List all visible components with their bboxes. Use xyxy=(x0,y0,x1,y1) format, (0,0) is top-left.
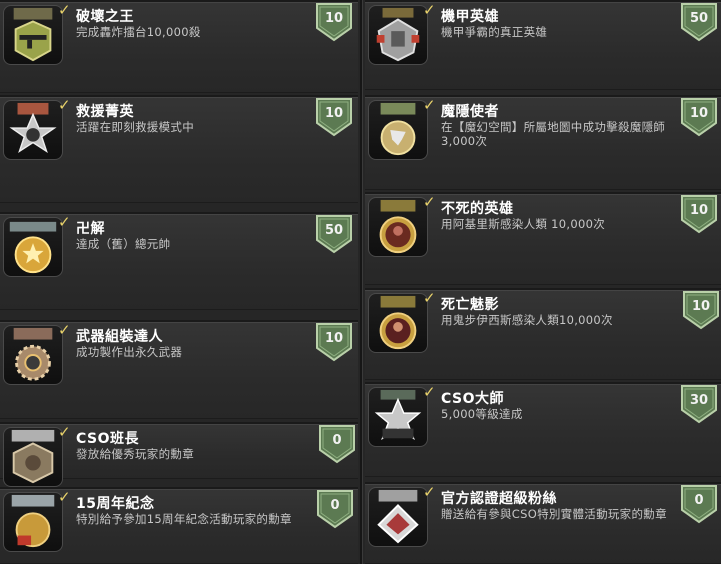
points-value: 10 xyxy=(324,331,344,346)
achievement-card[interactable]: ✓ CSO大師 5,000等級達成 30 xyxy=(365,382,721,477)
points-value: 10 xyxy=(324,11,344,26)
achievement-description: 發放給優秀玩家的勳章 xyxy=(76,447,194,461)
eagle-medal-icon xyxy=(368,100,428,160)
achievement-card[interactable]: ✓ CSO班長 發放給優秀玩家的勳章 0 xyxy=(0,422,358,487)
completed-check-icon: ✓ xyxy=(423,193,436,211)
completed-check-icon: ✓ xyxy=(58,423,71,441)
achievement-card[interactable]: ✓ 不死的英雄 用阿基里斯感染人類 10,000次 10 xyxy=(365,192,721,285)
completed-check-icon: ✓ xyxy=(58,1,71,19)
achievement-card[interactable]: ✓ 15周年紀念 特別給予參加15周年紀念活動玩家的勳章 0 xyxy=(0,487,358,564)
anniversary-medal-icon xyxy=(3,492,63,552)
points-badge: 10 xyxy=(682,290,720,330)
points-badge: 50 xyxy=(315,214,353,254)
achievement-description: 機甲爭霸的真正英雄 xyxy=(441,25,548,39)
points-value: 10 xyxy=(689,203,709,218)
points-badge: 0 xyxy=(318,424,356,464)
completed-check-icon: ✓ xyxy=(58,488,71,506)
achievement-title: 機甲英雄 xyxy=(441,9,499,25)
points-value: 0 xyxy=(332,433,342,448)
points-value: 0 xyxy=(694,493,704,508)
completed-check-icon: ✓ xyxy=(58,213,71,231)
achievement-title: 卍解 xyxy=(76,221,105,237)
gold-rank-medal-icon xyxy=(3,217,63,277)
points-value: 50 xyxy=(324,223,344,238)
completed-check-icon: ✓ xyxy=(58,96,71,114)
completed-check-icon: ✓ xyxy=(58,321,71,339)
points-badge: 10 xyxy=(680,97,718,137)
completed-check-icon: ✓ xyxy=(423,383,436,401)
achievement-title: 不死的英雄 xyxy=(441,201,514,217)
achievement-board: ✓ 破壞之王 完成轟炸擂台10,000殺 10 ✓ 救援菁英 活躍在即刻救援模式中 10 ✓… xyxy=(0,0,721,564)
phantom-medal-icon xyxy=(368,293,428,353)
achievement-description: 在【魔幻空間】所屬地圖中成功擊殺魔隱師3,000次 xyxy=(441,120,666,148)
achievement-title: 救援菁英 xyxy=(76,104,134,120)
points-value: 10 xyxy=(689,106,709,121)
gun-medal-icon xyxy=(3,5,63,65)
achievement-title: CSO班長 xyxy=(76,431,140,447)
achievement-description: 特別給予參加15周年紀念活動玩家的勳章 xyxy=(76,512,292,526)
achievement-title: 魔隱使者 xyxy=(441,104,499,120)
achievement-card[interactable]: ✓ 官方認證超級粉絲 贈送給有參與CSO特別實體活動玩家的勳章 0 xyxy=(365,482,721,564)
achievement-description: 成功製作出永久武器 xyxy=(76,345,183,359)
achievement-title: 官方認證超級粉絲 xyxy=(441,491,557,507)
achievement-title: 破壞之王 xyxy=(76,9,134,25)
points-badge: 50 xyxy=(680,2,718,42)
completed-check-icon: ✓ xyxy=(423,483,436,501)
points-badge: 0 xyxy=(680,484,718,524)
achievement-card[interactable]: ✓ 機甲英雄 機甲爭霸的真正英雄 50 xyxy=(365,0,721,90)
column-divider-highlight xyxy=(362,0,363,564)
master-5000-medal-icon xyxy=(368,387,428,447)
gear-medal-icon xyxy=(3,325,63,385)
achievement-description: 5,000等級達成 xyxy=(441,407,523,421)
points-badge: 10 xyxy=(315,322,353,362)
achievement-card[interactable]: ✓ 武器組裝達人 成功製作出永久武器 10 xyxy=(0,320,358,419)
points-value: 10 xyxy=(324,106,344,121)
achievement-description: 完成轟炸擂台10,000殺 xyxy=(76,25,201,39)
squad-leader-medal-icon xyxy=(3,427,63,487)
points-badge: 30 xyxy=(680,384,718,424)
achievement-description: 贈送給有參與CSO特別實體活動玩家的勳章 xyxy=(441,507,667,521)
achievement-title: 15周年紀念 xyxy=(76,496,155,512)
achievement-card[interactable]: ✓ 救援菁英 活躍在即刻救援模式中 10 xyxy=(0,95,358,203)
star-medal-icon xyxy=(3,100,63,160)
achievement-card[interactable]: ✓ 魔隱使者 在【魔幻空間】所屬地圖中成功擊殺魔隱師3,000次 10 xyxy=(365,95,721,190)
points-badge: 10 xyxy=(680,194,718,234)
points-value: 0 xyxy=(330,498,340,513)
completed-check-icon: ✓ xyxy=(423,289,436,307)
achievement-description: 用阿基里斯感染人類 10,000次 xyxy=(441,217,605,231)
achievement-card[interactable]: ✓ 卍解 達成（舊）總元帥 50 xyxy=(0,212,358,310)
mecha-medal-icon xyxy=(368,5,428,65)
achievement-title: 武器組裝達人 xyxy=(76,329,163,345)
zombie-hero-medal-icon xyxy=(368,197,428,257)
achievement-card[interactable]: ✓ 破壞之王 完成轟炸擂台10,000殺 10 xyxy=(0,0,358,93)
points-value: 30 xyxy=(689,393,709,408)
points-badge: 10 xyxy=(315,97,353,137)
achievement-title: CSO大師 xyxy=(441,391,505,407)
achievement-description: 活躍在即刻救援模式中 xyxy=(76,120,194,134)
points-value: 50 xyxy=(689,11,709,26)
super-fan-medal-icon xyxy=(368,487,428,547)
achievement-description: 達成（舊）總元帥 xyxy=(76,237,171,251)
completed-check-icon: ✓ xyxy=(423,1,436,19)
achievement-title: 死亡魅影 xyxy=(441,297,499,313)
achievement-card[interactable]: ✓ 死亡魅影 用鬼步伊西斯感染人類10,000次 10 xyxy=(365,288,721,380)
achievement-description: 用鬼步伊西斯感染人類10,000次 xyxy=(441,313,613,327)
points-badge: 10 xyxy=(315,2,353,42)
points-badge: 0 xyxy=(316,489,354,529)
points-value: 10 xyxy=(691,299,711,314)
completed-check-icon: ✓ xyxy=(423,96,436,114)
